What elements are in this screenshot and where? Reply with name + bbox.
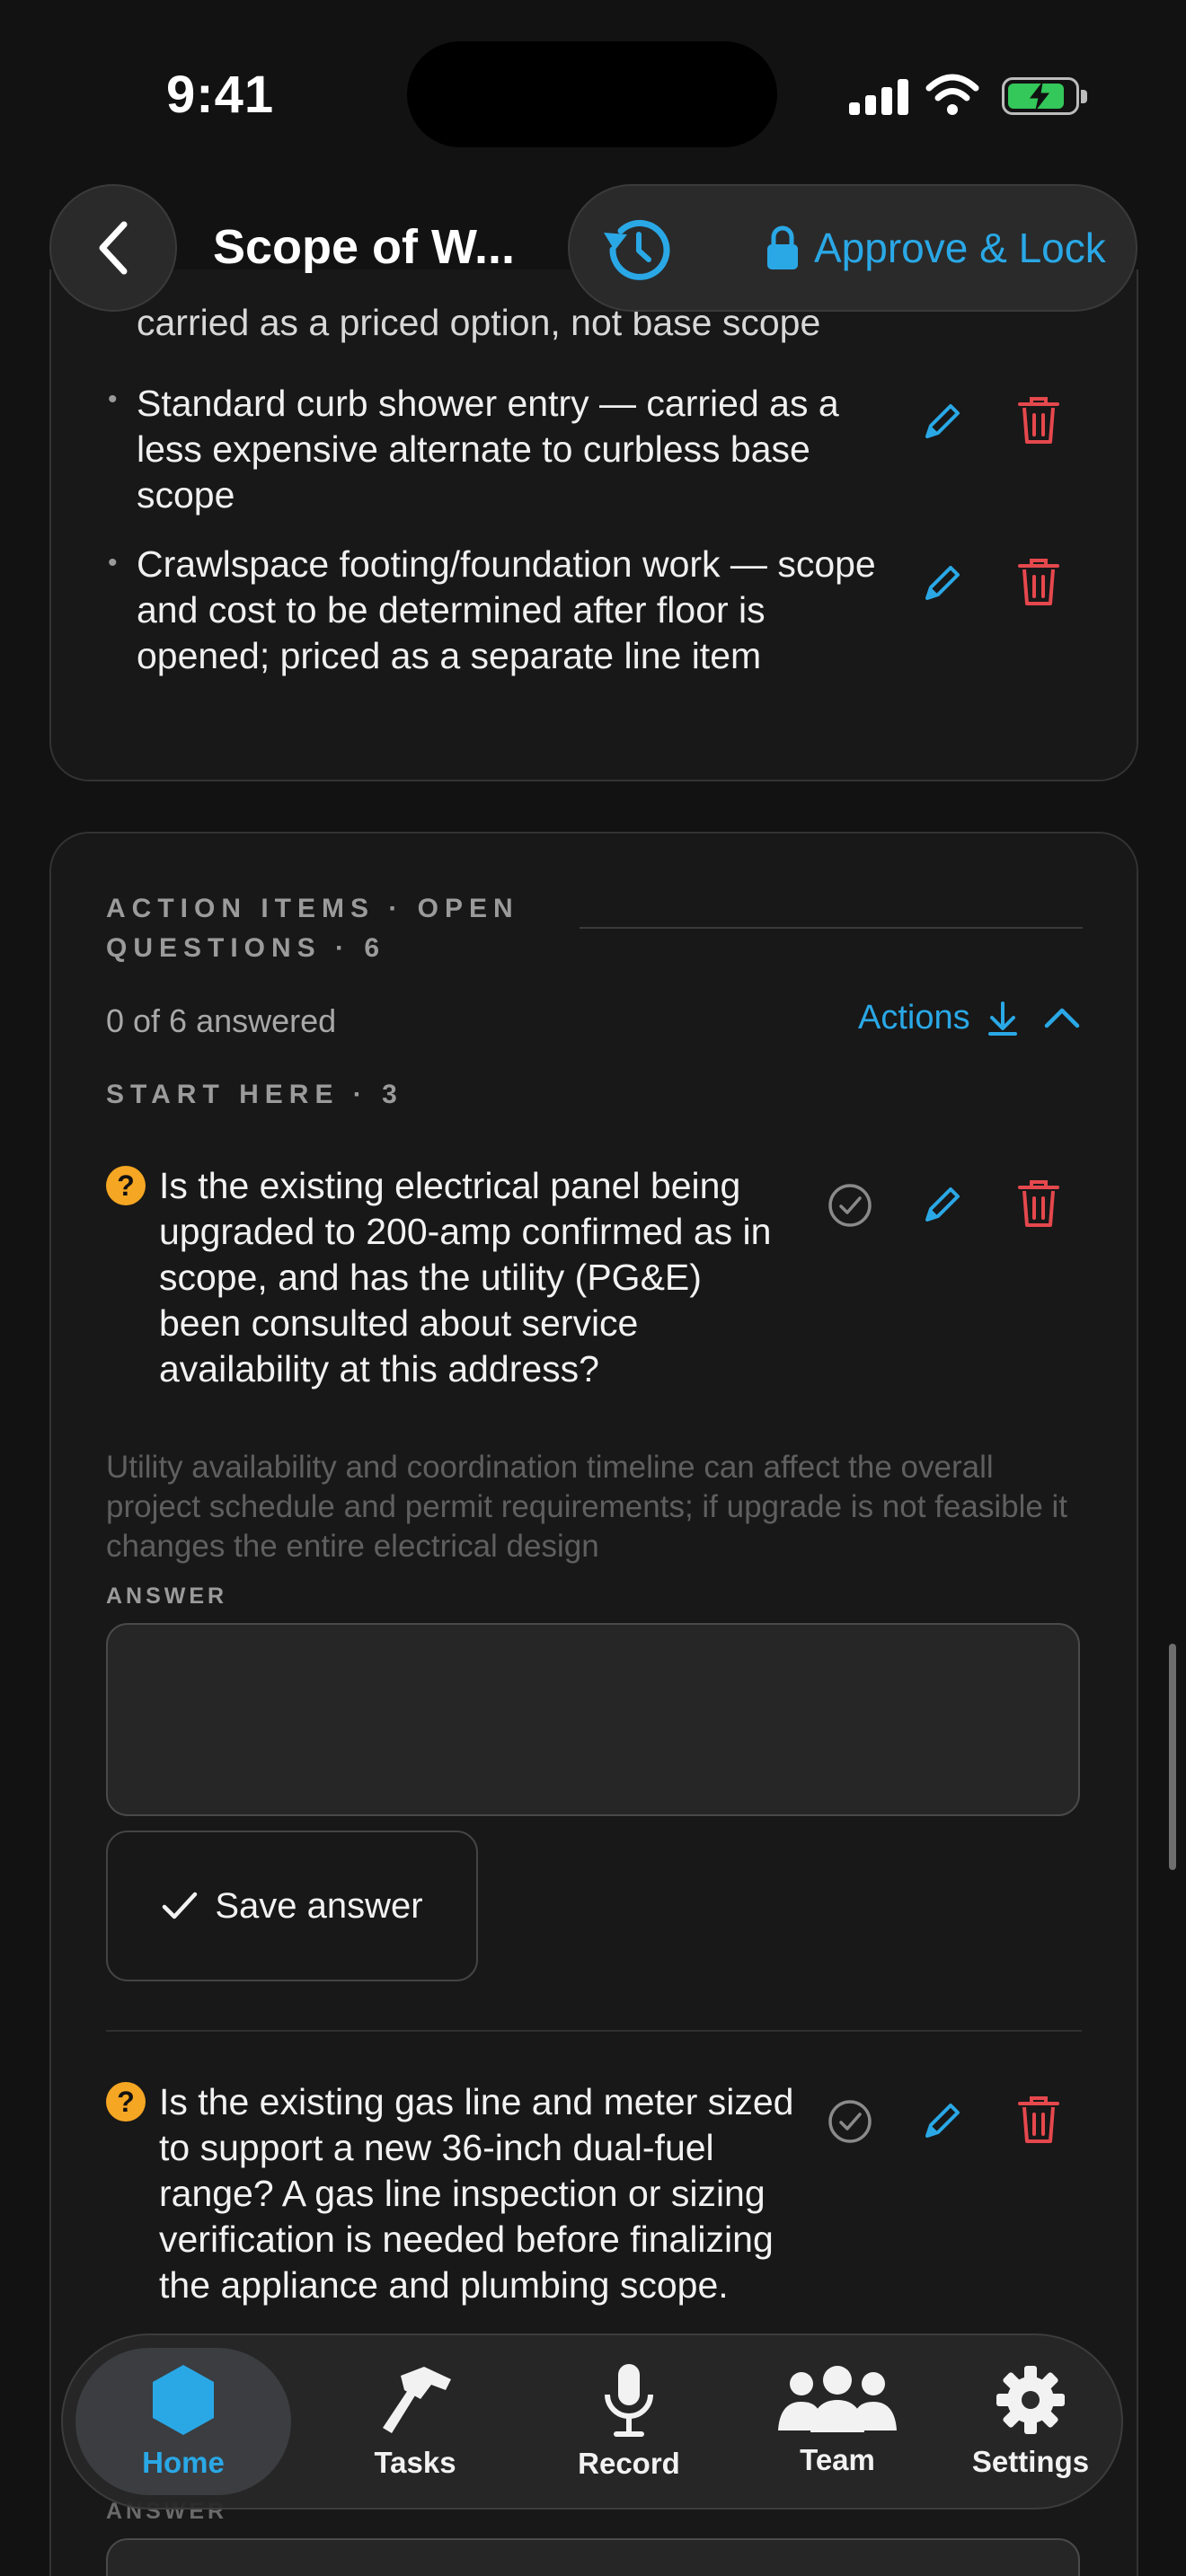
tab-tasks[interactable]: Tasks	[325, 2335, 505, 2508]
pencil-icon[interactable]	[918, 1180, 967, 1229]
question-text: Is the existing electrical panel being u…	[159, 1165, 772, 1389]
scope-exclusions-card	[49, 269, 1138, 781]
pencil-icon[interactable]	[918, 2096, 967, 2145]
trash-icon[interactable]	[1016, 1178, 1061, 1229]
save-answer-button[interactable]: Save answer	[106, 1831, 478, 1981]
save-answer-label: Save answer	[215, 1885, 423, 1926]
lock-icon	[767, 225, 798, 269]
answer-label: ANSWER	[106, 1584, 228, 1609]
microphone-icon	[605, 2364, 653, 2437]
question-mark-icon: ?	[106, 2082, 146, 2122]
actions-label: Actions	[858, 999, 970, 1037]
approve-label: Approve & Lock	[814, 225, 1106, 271]
header-actions: Approve & Lock	[568, 184, 1137, 312]
back-button[interactable]	[49, 184, 177, 312]
tab-label: Record	[578, 2447, 680, 2480]
checkmark-icon	[163, 1892, 198, 1919]
download-icon	[987, 1001, 1017, 1036]
section-title: ACTION ITEMS · OPEN QUESTIONS · 6	[106, 894, 519, 963]
question-mark-icon: ?	[106, 1166, 146, 1205]
approve-lock-button[interactable]: Approve & Lock	[766, 186, 1106, 310]
question-divider	[106, 2030, 1082, 2032]
actions-export-button[interactable]: Actions	[858, 999, 1019, 1037]
section-divider	[580, 927, 1083, 929]
question-note: Utility availability and coordination ti…	[106, 1450, 1068, 1564]
tab-settings[interactable]: Settings	[945, 2335, 1116, 2508]
history-icon[interactable]	[597, 211, 677, 288]
tab-home[interactable]: Home	[75, 2348, 291, 2495]
trash-icon[interactable]	[1016, 2095, 1061, 2145]
scrollbar[interactable]	[1169, 1644, 1176, 1870]
cellular-signal-icon	[849, 79, 908, 115]
dynamic-island	[407, 41, 777, 147]
wifi-icon	[925, 74, 979, 115]
answered-count: 0 of 6 answered	[106, 1002, 337, 1039]
answer-input[interactable]	[106, 2538, 1080, 2576]
pencil-icon[interactable]	[918, 559, 967, 607]
answer-input[interactable]	[106, 1623, 1080, 1816]
question-text: Is the existing gas line and meter sized…	[159, 2081, 794, 2306]
mark-resolved-check-icon[interactable]	[827, 1182, 873, 1229]
trash-icon[interactable]	[1016, 395, 1061, 446]
gear-icon	[996, 2366, 1065, 2434]
pencil-icon[interactable]	[918, 397, 967, 446]
hammer-icon	[383, 2367, 451, 2433]
group-label: START HERE · 3	[106, 1080, 403, 1109]
status-time: 9:41	[166, 66, 275, 124]
scope-item-text: Crawlspace footing/foundation work — sco…	[137, 543, 876, 676]
tab-label: Team	[800, 2443, 875, 2476]
tab-bar: Home Tasks Record Team Settings	[61, 2333, 1123, 2510]
tab-label: Settings	[971, 2445, 1090, 2478]
chevron-left-icon	[99, 221, 128, 275]
scope-item-text: Standard curb shower entry — carried as …	[137, 383, 839, 516]
page-title: Scope of W...	[213, 220, 516, 274]
trash-icon[interactable]	[1016, 557, 1061, 607]
tab-record[interactable]: Record	[530, 2335, 728, 2508]
people-icon	[778, 2366, 897, 2432]
chevron-up-icon[interactable]	[1042, 1004, 1082, 1031]
mark-resolved-check-icon[interactable]	[827, 2098, 873, 2145]
battery-icon	[1002, 77, 1087, 115]
tab-team[interactable]: Team	[748, 2335, 927, 2508]
tab-label: Tasks	[374, 2446, 456, 2479]
tab-label: Home	[142, 2446, 225, 2479]
hexagon-icon	[153, 2365, 214, 2435]
